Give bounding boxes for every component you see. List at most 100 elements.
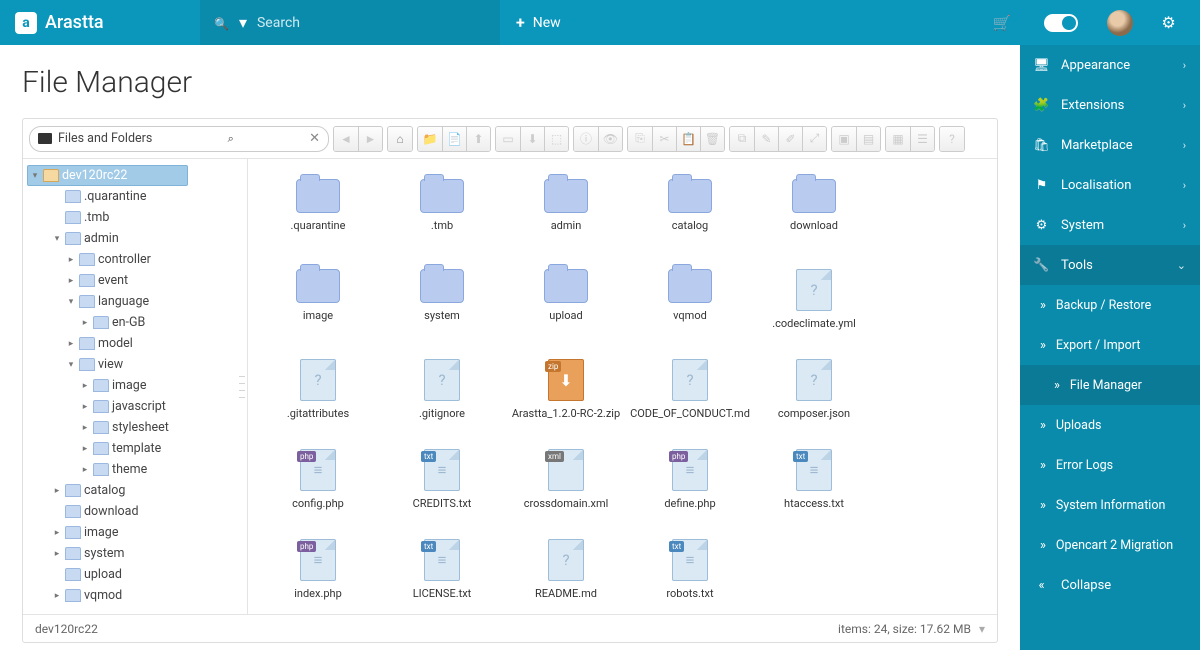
file-item[interactable]: ?.codeclimate.yml [752,261,876,351]
paste-button[interactable]: 📋 [676,127,700,151]
preview-button[interactable]: 👁 [598,127,622,151]
expand-icon[interactable]: ▸ [80,465,90,475]
archive-button[interactable]: ▣ [832,127,856,151]
file-item[interactable]: php≡define.php [628,441,752,531]
expand-icon[interactable]: ▾ [66,297,76,307]
file-item[interactable]: txt≡robots.txt [628,531,752,614]
file-item[interactable]: ?.gitattributes [256,351,380,441]
file-item[interactable]: xmlcrossdomain.xml [504,441,628,531]
file-item[interactable]: .tmb [380,171,504,261]
tree-item[interactable]: ▸event [27,270,243,291]
view-list-button[interactable]: ☰ [910,127,934,151]
expand-icon[interactable]: ▸ [80,402,90,412]
tree-item[interactable]: ▸en-GB [27,312,243,333]
file-item[interactable]: txt≡LICENSE.txt [380,531,504,614]
file-item[interactable]: ?.gitignore [380,351,504,441]
file-item[interactable]: image [256,261,380,351]
download-button[interactable]: ⬇ [520,127,544,151]
fm-search-input[interactable] [158,131,221,146]
cart-button[interactable] [980,0,1024,45]
menu-appearance[interactable]: Appearance› [1020,45,1200,85]
tree-item[interactable]: ▾admin [27,228,243,249]
expand-icon[interactable]: ▸ [52,486,62,496]
file-item[interactable]: zip⬇Arastta_1.2.0-RC-2.zip [504,351,628,441]
tree-item[interactable]: ▸system [27,543,243,564]
expand-icon[interactable]: ▾ [30,171,40,181]
settings-gear-icon[interactable] [1161,13,1175,32]
file-item[interactable]: .quarantine [256,171,380,261]
file-item[interactable]: ?composer.json [752,351,876,441]
brand[interactable]: a Arastta [0,12,200,34]
file-item[interactable]: txt≡htaccess.txt [752,441,876,531]
file-item[interactable]: system [380,261,504,351]
expand-icon[interactable]: ▸ [52,591,62,601]
tree-item[interactable]: ▸catalog [27,480,243,501]
menu-uploads[interactable]: Uploads [1020,405,1200,445]
delete-button[interactable]: 🗑 [700,127,724,151]
expand-icon[interactable]: ▸ [52,549,62,559]
search-input[interactable] [257,15,486,31]
tree-item[interactable]: ▾language [27,291,243,312]
file-item[interactable]: txt≡CREDITS.txt [380,441,504,531]
tree-root[interactable]: ▾ dev120rc22 [27,165,188,186]
file-item[interactable]: admin [504,171,628,261]
new-folder-button[interactable]: 📁 [418,127,442,151]
expand-icon[interactable]: ▸ [66,276,76,286]
menu-error-logs[interactable]: Error Logs [1020,445,1200,485]
expand-icon[interactable]: ▸ [66,255,76,265]
menu-marketplace[interactable]: Marketplace› [1020,125,1200,165]
tree-item[interactable]: .quarantine [27,186,243,207]
file-item[interactable]: ?CODE_OF_CONDUCT.md [628,351,752,441]
new-file-button[interactable]: 📄 [442,127,466,151]
cut-button[interactable]: ✂ [652,127,676,151]
info-button[interactable]: ⓘ [574,127,598,151]
file-item[interactable]: ?README.md [504,531,628,614]
tree-resize-handle[interactable] [239,376,245,398]
file-item[interactable]: php≡config.php [256,441,380,531]
avatar[interactable] [1107,10,1133,36]
resize-button[interactable]: ⤢ [802,127,826,151]
menu-tools[interactable]: Tools⌄ [1020,245,1200,285]
file-item[interactable]: download [752,171,876,261]
expand-icon[interactable]: ▸ [66,339,76,349]
menu-backup[interactable]: Backup / Restore [1020,285,1200,325]
help-button[interactable]: ? [940,127,964,151]
tree-item[interactable]: ▸theme [27,459,243,480]
tree-item[interactable]: ▸image [27,522,243,543]
upload-button[interactable]: ⬆ [466,127,490,151]
fm-files-grid[interactable]: .quarantine.tmbadmincatalogdownload image… [248,159,997,614]
expand-icon[interactable]: ▸ [80,381,90,391]
tree-item[interactable]: ▸image [27,375,243,396]
forward-button[interactable]: ► [358,127,382,151]
expand-icon[interactable]: ▾ [52,234,62,244]
tree-item[interactable]: ▸model [27,333,243,354]
view-icons-button[interactable]: ▦ [886,127,910,151]
tree-item[interactable]: ▸controller [27,249,243,270]
tree-item[interactable]: ▸javascript [27,396,243,417]
edit-button[interactable]: ✐ [778,127,802,151]
file-item[interactable]: php≡index.php [256,531,380,614]
tree-item[interactable]: ▸template [27,438,243,459]
new-button[interactable]: New [500,0,577,45]
menu-export[interactable]: Export / Import [1020,325,1200,365]
clear-search-icon[interactable]: ✕ [309,131,320,146]
tree-item[interactable]: upload [27,564,243,585]
file-item[interactable]: vqmod [628,261,752,351]
file-item[interactable]: catalog [628,171,752,261]
copy-button[interactable]: ⎘ [628,127,652,151]
expand-icon[interactable]: ▾ [66,360,76,370]
search-scope-caret-icon[interactable] [239,13,247,32]
expand-icon[interactable]: ▸ [52,528,62,538]
open-button[interactable]: ▭ [496,127,520,151]
file-item[interactable]: upload [504,261,628,351]
rename-button[interactable]: ✎ [754,127,778,151]
tree-item[interactable]: ▸vqmod [27,585,243,606]
home-button[interactable]: ⌂ [388,127,412,151]
menu-collapse[interactable]: Collapse [1020,565,1200,605]
tree-item[interactable]: .tmb [27,207,243,228]
menu-oc2-migration[interactable]: Opencart 2 Migration [1020,525,1200,565]
menu-system-info[interactable]: System Information [1020,485,1200,525]
menu-extensions[interactable]: Extensions› [1020,85,1200,125]
menu-localisation[interactable]: Localisation› [1020,165,1200,205]
select-button[interactable]: ⬚ [544,127,568,151]
